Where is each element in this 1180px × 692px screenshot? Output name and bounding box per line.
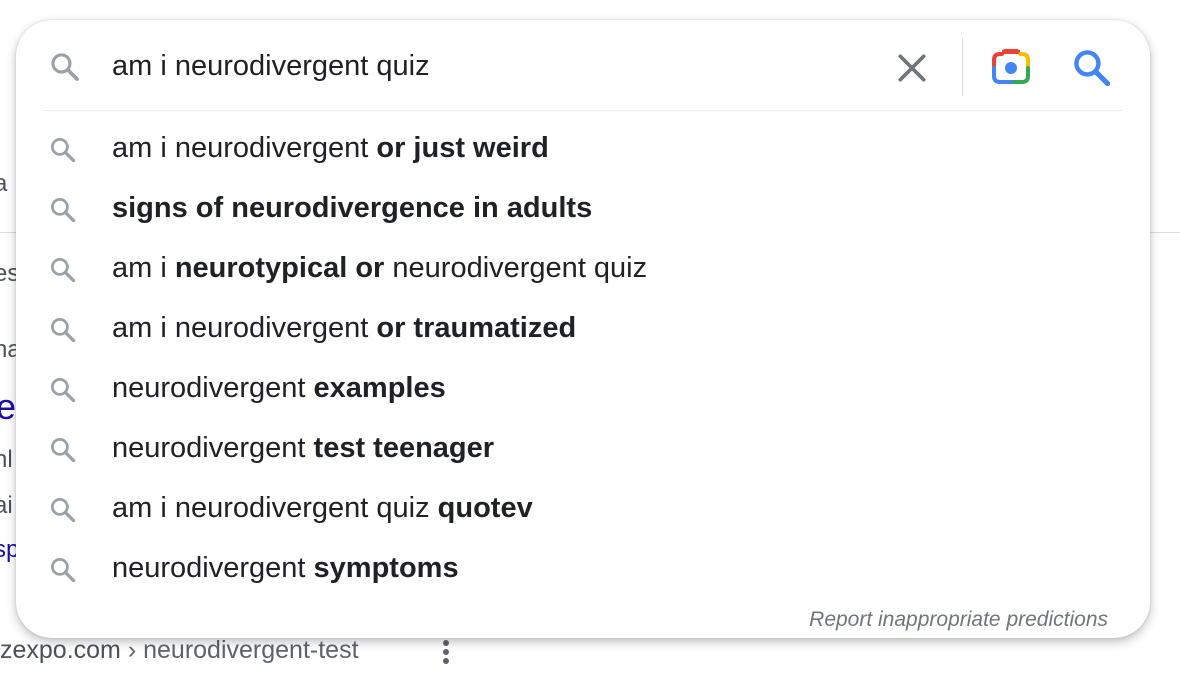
suggestion-text: am i neurodivergent or just weird — [112, 132, 549, 165]
suggestion-bold-part: neurotypical or — [174, 252, 385, 284]
suggestion-bold-part: or just weird — [376, 132, 549, 164]
suggestion-bold-part: quotev — [437, 492, 533, 524]
suggestion-text: am i neurodivergent quiz quotev — [112, 492, 533, 525]
search-icon — [48, 555, 78, 590]
suggestion-item[interactable]: neurodivergent test teenager — [16, 420, 1150, 480]
suggestion-text: neurodivergent test teenager — [112, 432, 494, 465]
close-icon[interactable] — [892, 48, 936, 88]
suggestion-text: neurodivergent symptoms — [112, 552, 459, 585]
search-box-divider — [962, 38, 963, 96]
report-predictions-link[interactable]: Report inappropriate predictions — [809, 608, 1108, 632]
result-url[interactable]: zexpo.com › neurodivergent-test — [0, 636, 359, 665]
suggestion-bold-part: test teenager — [313, 432, 495, 464]
result-url-domain: zexpo.com — [0, 636, 121, 664]
search-icon — [48, 50, 82, 89]
suggestion-bold-part: examples — [313, 372, 446, 404]
suggestion-part: am i neurodivergent — [112, 132, 377, 164]
search-row-divider — [44, 110, 1122, 111]
suggestion-item[interactable]: am i neurodivergent or just weird — [16, 120, 1150, 180]
suggestion-part: neurodivergent — [112, 552, 314, 584]
suggestion-part: neurodivergent quiz — [384, 252, 648, 284]
background-text-fragment: nl — [0, 446, 13, 473]
suggestion-list: am i neurodivergent or just weird signs o… — [16, 120, 1150, 600]
suggestion-part: neurodivergent — [112, 432, 314, 464]
suggestion-part: am i — [112, 252, 175, 284]
background-text-fragment: ai — [0, 492, 13, 519]
suggestion-item[interactable]: am i neurodivergent quiz quotev — [16, 480, 1150, 540]
search-box — [16, 20, 1150, 112]
suggestion-part: neurodivergent — [112, 372, 314, 404]
suggestion-text: am i neurodivergent or traumatized — [112, 312, 576, 345]
search-submit-icon[interactable] — [1070, 46, 1116, 90]
search-icon — [48, 315, 78, 350]
search-autocomplete-dropdown: am i neurodivergent or just weird signs o… — [16, 20, 1150, 638]
search-icon — [48, 495, 78, 530]
suggestion-item[interactable]: neurodivergent symptoms — [16, 540, 1150, 600]
suggestion-text: neurodivergent examples — [112, 372, 446, 405]
result-url-separator: › — [120, 636, 144, 664]
search-icon — [48, 435, 78, 470]
search-icon — [48, 375, 78, 410]
suggestion-item[interactable]: am i neurodivergent or traumatized — [16, 300, 1150, 360]
suggestion-item[interactable]: signs of neurodivergence in adults — [16, 180, 1150, 240]
search-icon — [48, 135, 78, 170]
suggestion-item[interactable]: am i neurotypical or neurodivergent quiz — [16, 240, 1150, 300]
search-input[interactable] — [112, 42, 812, 90]
search-icon — [48, 195, 78, 230]
more-vertical-icon[interactable] — [436, 640, 456, 668]
suggestion-part: am i neurodivergent quiz — [112, 492, 438, 524]
result-url-path: neurodivergent-test — [143, 636, 359, 664]
background-text-fragment: e — [0, 386, 17, 427]
suggestion-text: signs of neurodivergence in adults — [112, 192, 592, 225]
google-lens-camera-icon[interactable] — [988, 46, 1034, 88]
suggestion-bold-part: or traumatized — [376, 312, 577, 344]
suggestion-part: am i neurodivergent — [112, 312, 377, 344]
suggestion-bold-part: symptoms — [313, 552, 459, 584]
background-text-fragment: a — [0, 170, 8, 197]
suggestion-item[interactable]: neurodivergent examples — [16, 360, 1150, 420]
search-icon — [48, 255, 78, 290]
suggestion-text: am i neurotypical or neurodivergent quiz — [112, 252, 647, 285]
suggestion-bold-part: signs of neurodivergence in adults — [112, 192, 593, 224]
